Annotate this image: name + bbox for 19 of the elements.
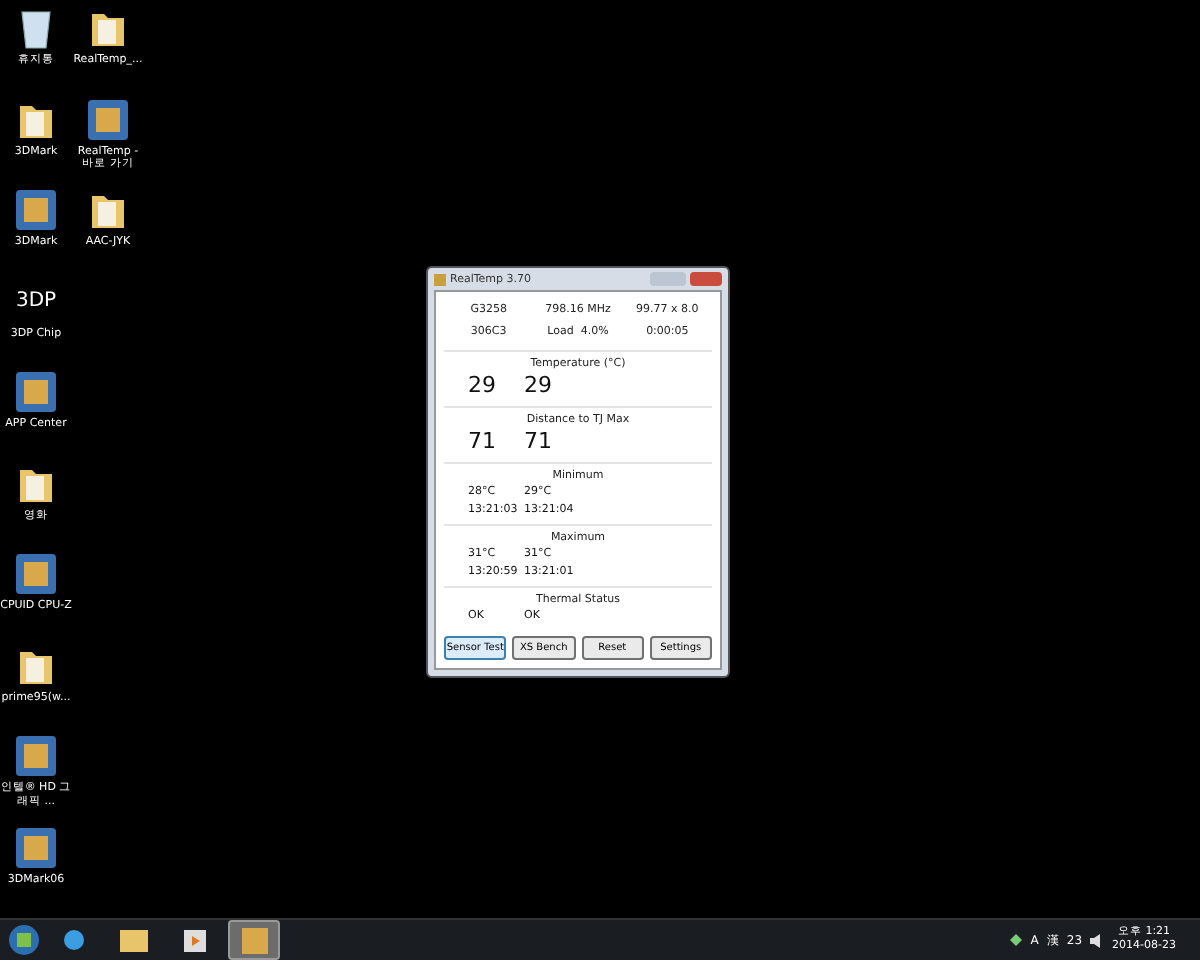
- reading-text: 29: [524, 372, 554, 398]
- app-icon: [14, 370, 58, 414]
- recycle-bin-icon: [18, 6, 54, 50]
- folder-icon: [120, 929, 148, 951]
- network-icon[interactable]: [1010, 934, 1023, 946]
- reading-text: 29: [468, 372, 498, 398]
- reading-text: 71: [524, 428, 554, 454]
- app-icon: [14, 188, 58, 232]
- speaker-icon[interactable]: [1090, 933, 1105, 947]
- reading-text: 71: [468, 428, 498, 454]
- app-icon[interactable]: 3DP: [15, 279, 57, 323]
- browser-icon: [62, 928, 86, 952]
- app-icon: [14, 734, 58, 778]
- start-orb-icon[interactable]: [8, 924, 40, 956]
- media-player-icon: [183, 929, 205, 951]
- app-icon: [14, 552, 58, 596]
- app-icon: [86, 97, 130, 141]
- app-icon: [241, 927, 267, 953]
- app-icon: [14, 825, 58, 869]
